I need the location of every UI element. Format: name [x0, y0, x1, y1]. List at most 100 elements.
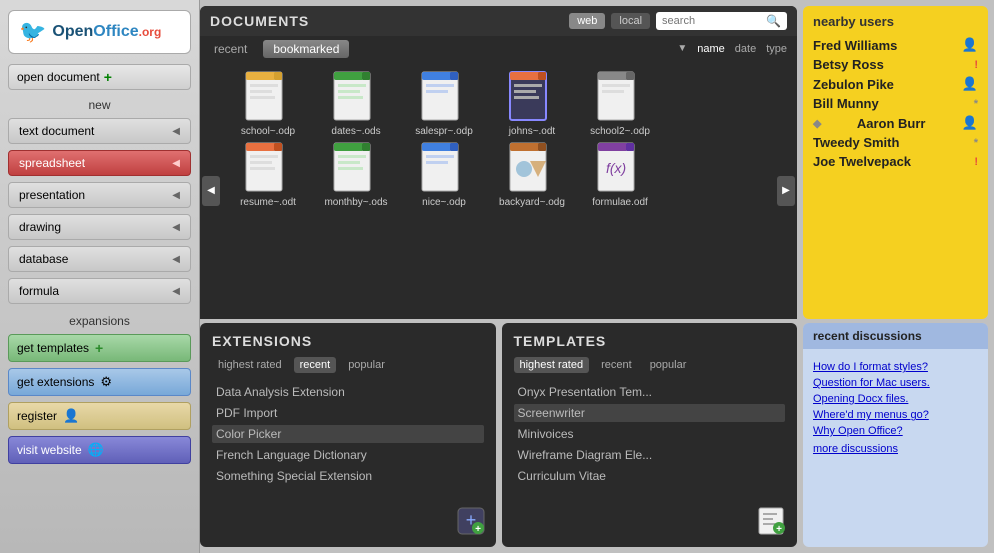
- list-item[interactable]: Screenwriter: [514, 404, 786, 422]
- discussion-link[interactable]: Question for Mac users.: [813, 377, 978, 389]
- new-label: new: [8, 98, 191, 112]
- visit-website-button[interactable]: visit website 🌐: [8, 436, 191, 464]
- file-icon-odt-selected: [508, 70, 556, 122]
- presentation-button[interactable]: presentation ◀: [8, 182, 191, 208]
- list-item[interactable]: Onyx Presentation Tem...: [514, 383, 786, 401]
- list-item[interactable]: Joe Twelvepack !: [813, 154, 978, 169]
- list-item[interactable]: school2~.odp: [580, 70, 660, 137]
- extensions-add-button[interactable]: + +: [456, 506, 486, 539]
- list-item[interactable]: Data Analysis Extension: [212, 383, 484, 401]
- bottom-row: EXTENSIONS highest rated recent popular …: [200, 323, 988, 547]
- list-item[interactable]: Bill Munny *: [813, 96, 978, 111]
- register-label: register: [17, 409, 57, 423]
- list-item[interactable]: Zebulon Pike 👤: [813, 76, 978, 92]
- discussion-link[interactable]: Opening Docx files.: [813, 393, 978, 405]
- user-name: Tweedy Smith: [813, 135, 899, 150]
- get-templates-button[interactable]: get templates +: [8, 334, 191, 362]
- presentation-label: presentation: [19, 188, 85, 202]
- templates-title: TEMPLATES: [514, 333, 786, 349]
- list-item[interactable]: PDF Import: [212, 404, 484, 422]
- tmpl-tab-highest-rated[interactable]: highest rated: [514, 357, 590, 373]
- nav-next-button[interactable]: ▶: [777, 176, 795, 206]
- drawing-button[interactable]: drawing ◀: [8, 214, 191, 240]
- list-item[interactable]: Minivoices: [514, 425, 786, 443]
- file-name: salespr~.odp: [415, 126, 473, 137]
- list-item[interactable]: Betsy Ross !: [813, 57, 978, 72]
- search-input[interactable]: [662, 15, 762, 27]
- list-item[interactable]: Color Picker: [212, 425, 484, 443]
- list-item[interactable]: Curriculum Vitae: [514, 467, 786, 485]
- file-name: monthby~.ods: [324, 197, 387, 208]
- text-document-button[interactable]: text document ◀: [8, 118, 191, 144]
- presentation-arrow-icon: ◀: [172, 190, 180, 201]
- list-item[interactable]: johns~.odt: [492, 70, 572, 137]
- discussion-link[interactable]: How do I format styles?: [813, 361, 978, 373]
- extensions-panel: EXTENSIONS highest rated recent popular …: [200, 323, 496, 547]
- docs-header: DOCUMENTS web local 🔍: [200, 6, 797, 36]
- database-label: database: [19, 252, 68, 266]
- ext-tab-popular[interactable]: popular: [342, 357, 391, 373]
- bullet-icon: ◆: [813, 117, 821, 130]
- list-item[interactable]: Fred Williams 👤: [813, 37, 978, 53]
- get-extensions-button[interactable]: get extensions ⚙: [8, 368, 191, 396]
- tab-web[interactable]: web: [569, 13, 605, 29]
- user-name: Aaron Burr: [857, 116, 926, 131]
- search-input-wrap: 🔍: [656, 12, 787, 30]
- more-discussions-link[interactable]: more discussions: [813, 443, 978, 455]
- templates-tabs: highest rated recent popular: [514, 357, 786, 373]
- user-star-icon: *: [974, 98, 978, 110]
- list-item[interactable]: backyard~.odg: [492, 141, 572, 208]
- sort-type[interactable]: type: [766, 43, 787, 55]
- file-icon-odp1: [244, 70, 292, 122]
- tab-recent[interactable]: recent: [210, 40, 251, 58]
- spreadsheet-label: spreadsheet: [19, 156, 85, 170]
- list-item[interactable]: nice~.odp: [404, 141, 484, 208]
- formula-button[interactable]: formula ◀: [8, 278, 191, 304]
- spreadsheet-button[interactable]: spreadsheet ◀: [8, 150, 191, 176]
- get-templates-plus-icon: +: [95, 340, 103, 356]
- tab-local[interactable]: local: [611, 13, 650, 29]
- ext-tab-highest-rated[interactable]: highest rated: [212, 357, 288, 373]
- docs-row-2: resume~.odt: [204, 139, 793, 210]
- visit-website-globe-icon: 🌐: [88, 442, 104, 458]
- user-name: Joe Twelvepack: [813, 154, 911, 169]
- tab-bookmarked[interactable]: bookmarked: [263, 40, 349, 58]
- extensions-title: EXTENSIONS: [212, 333, 484, 349]
- list-item[interactable]: Something Special Extension: [212, 467, 484, 485]
- tmpl-tab-recent[interactable]: recent: [595, 357, 638, 373]
- logo-area: 🐦 OpenOffice.org: [8, 10, 191, 54]
- sort-date[interactable]: date: [735, 43, 756, 55]
- register-button[interactable]: register 👤: [8, 402, 191, 430]
- templates-add-button[interactable]: +: [757, 506, 787, 539]
- list-item[interactable]: Wireframe Diagram Ele...: [514, 446, 786, 464]
- file-icon-odf: f(x): [596, 141, 644, 193]
- user-name: Fred Williams: [813, 38, 897, 53]
- list-item[interactable]: salespr~.odp: [404, 70, 484, 137]
- spreadsheet-arrow-icon: ◀: [172, 158, 180, 169]
- nav-prev-button[interactable]: ◀: [202, 176, 220, 206]
- user-name: Betsy Ross: [813, 57, 884, 72]
- list-item[interactable]: ◆ Aaron Burr 👤: [813, 115, 978, 131]
- discussion-link[interactable]: Where'd my menus go?: [813, 409, 978, 421]
- list-item[interactable]: French Language Dictionary: [212, 446, 484, 464]
- sort-name[interactable]: name: [697, 43, 725, 55]
- open-doc-plus-icon: +: [104, 69, 112, 85]
- discussions-title: recent discussions: [803, 323, 988, 349]
- user-exclaim-icon: !: [974, 156, 978, 168]
- list-item[interactable]: Tweedy Smith *: [813, 135, 978, 150]
- visit-website-label: visit website: [17, 443, 82, 457]
- get-extensions-label: get extensions: [17, 375, 94, 389]
- ext-tab-recent[interactable]: recent: [294, 357, 337, 373]
- list-item[interactable]: school~.odp: [228, 70, 308, 137]
- list-item[interactable]: monthby~.ods: [316, 141, 396, 208]
- file-name: dates~.ods: [331, 126, 380, 137]
- list-item[interactable]: resume~.odt: [228, 141, 308, 208]
- open-document-button[interactable]: open document +: [8, 64, 191, 90]
- logo-text: OpenOffice.org: [52, 23, 161, 40]
- user-person-icon: 👤: [962, 76, 978, 92]
- list-item[interactable]: f(x) formulae.odf: [580, 141, 660, 208]
- discussion-link[interactable]: Why Open Office?: [813, 425, 978, 437]
- database-button[interactable]: database ◀: [8, 246, 191, 272]
- tmpl-tab-popular[interactable]: popular: [644, 357, 693, 373]
- list-item[interactable]: dates~.ods: [316, 70, 396, 137]
